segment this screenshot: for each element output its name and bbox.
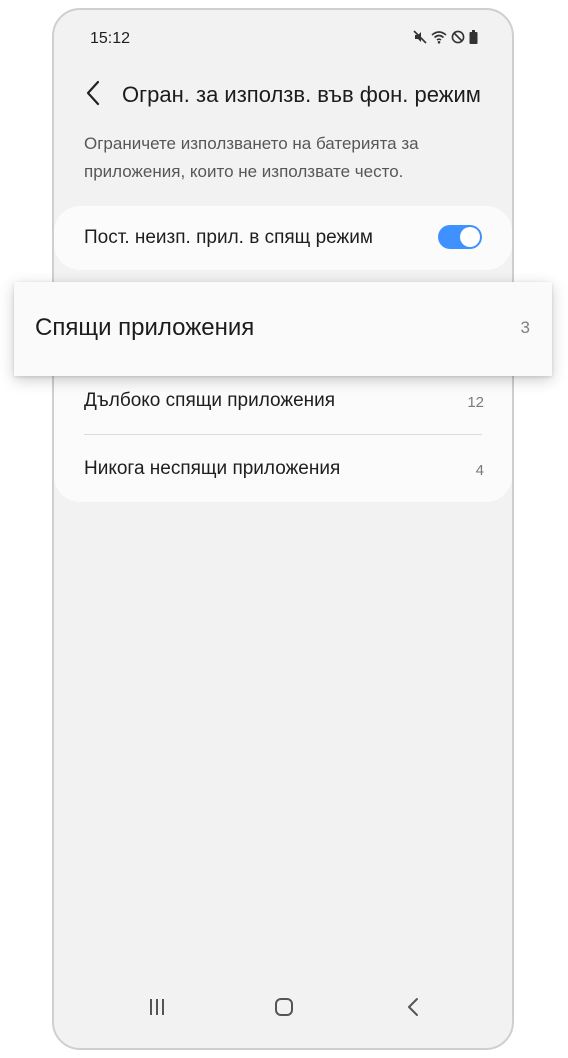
page-description: Ограничете използването на батерията за …: [84, 134, 419, 181]
status-bar: 15:12: [54, 10, 512, 68]
navigation-bar: [54, 986, 512, 1030]
app-header: Огран. за използв. във фон. режим: [54, 68, 512, 124]
status-time: 15:12: [90, 30, 131, 47]
battery-icon: [469, 30, 478, 49]
home-icon[interactable]: [269, 992, 299, 1022]
sleeping-apps-count: 3: [520, 318, 530, 337]
back-icon[interactable]: [398, 992, 428, 1022]
list-item-sleeping-apps[interactable]: Спящи приложения 3: [14, 282, 552, 376]
wifi-icon: [431, 30, 447, 49]
page-title: Огран. за използв. във фон. режим: [122, 82, 481, 107]
recent-apps-icon[interactable]: [142, 992, 172, 1022]
status-icons: [413, 30, 478, 49]
do-not-disturb-icon: [451, 30, 465, 49]
never-sleeping-apps-label: Никога неспящи приложения: [84, 458, 341, 479]
list-divider: [84, 434, 482, 435]
sleep-toggle-label: Пост. неизп. прил. в спящ режим: [84, 227, 373, 248]
sleep-toggle-switch[interactable]: [438, 225, 482, 249]
sleeping-apps-label: Спящи приложения: [35, 314, 255, 341]
never-sleeping-apps-count: 4: [475, 462, 484, 479]
deep-sleeping-apps-label: Дълбоко спящи приложения: [84, 390, 336, 411]
toggle-knob: [460, 227, 480, 247]
chevron-left-icon[interactable]: [82, 78, 106, 108]
deep-sleeping-apps-count: 12: [467, 394, 484, 411]
phone-frame: 15:12 Огран. за използв. във фон. режим …: [52, 8, 514, 1050]
sleep-toggle-row[interactable]: Пост. неизп. прил. в спящ режим: [54, 206, 512, 270]
mute-icon: [413, 30, 427, 49]
